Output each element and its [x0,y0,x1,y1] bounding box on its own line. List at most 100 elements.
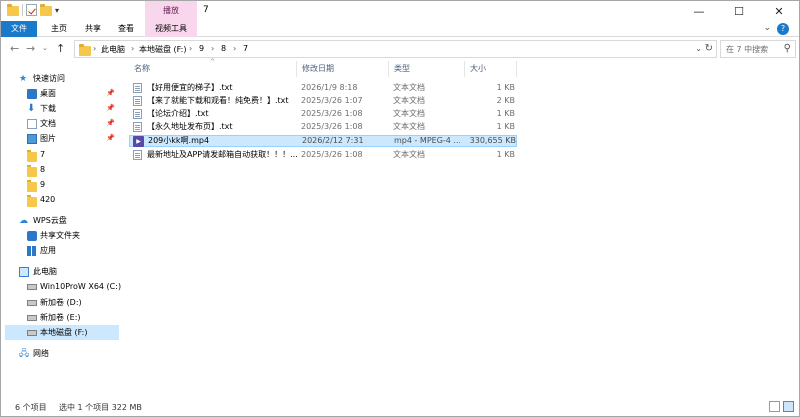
nav-label: Win10ProW X64 (C:) [40,282,122,291]
breadcrumb-drive-f[interactable]: 本地磁盘 (F:) [139,44,186,55]
column-header-name[interactable]: ^ 名称 [129,59,297,77]
nav-item-pictures[interactable]: 图片 📌 [5,131,119,146]
recent-locations-icon[interactable]: ⌄ [42,44,48,52]
column-header-type[interactable]: 类型 [389,61,465,77]
breadcrumb-separator: › [233,44,237,53]
tab-share[interactable]: 共享 [79,21,107,37]
nav-item-shared-folder[interactable]: 共享文件夹 [5,228,119,243]
file-row[interactable]: 【论坛介绍】.txt 2025/3/26 1:08 文本文档 1 KB [129,108,517,120]
column-label: 名称 [134,64,150,73]
nav-drive-f[interactable]: 本地磁盘 (F:) [5,325,119,340]
breadcrumb-this-pc[interactable]: 此电脑 [101,44,125,55]
nav-this-pc[interactable]: 此电脑 [5,264,119,279]
expand-ribbon-icon[interactable]: ⌄ [763,23,771,33]
tab-video-tools[interactable]: 视频工具 [145,21,197,37]
breadcrumb-folder-9[interactable]: 9 [199,44,204,53]
nav-drive-e[interactable]: 新加卷 (E:) [5,310,119,325]
folder-icon [27,150,37,162]
nav-label: 下载 [40,104,56,113]
file-type: 文本文档 [393,83,425,92]
refresh-icon[interactable]: ↻ [705,43,713,54]
nav-item-desktop[interactable]: 桌面 📌 [5,86,119,101]
nav-network[interactable]: 🖧 网络 [5,346,119,361]
file-type: 文本文档 [393,122,425,131]
close-button[interactable]: ✕ [759,1,799,21]
file-name: 【好用便宜的梯子】.txt [147,83,233,92]
navigation-pane: ★ 快速访问 桌面 📌 ⬇ 下载 📌 文档 📌 图片 📌 7 8 9 420 ☁… [1,61,121,396]
nav-item-folder-9[interactable]: 9 [5,177,119,192]
nav-item-folder-420[interactable]: 420 [5,192,119,207]
address-bar[interactable]: › 此电脑 › 本地磁盘 (F:) › 9 › 8 › 7 ⌄ ↻ [74,40,717,58]
file-list: ^ 名称 修改日期 类型 大小 【好用便宜的梯子】.txt 2026/1/9 8… [125,59,799,396]
breadcrumb-folder-8[interactable]: 8 [221,44,226,53]
help-button[interactable]: ? [777,23,789,35]
apps-icon [27,246,37,256]
nav-item-folder-7[interactable]: 7 [5,147,119,162]
file-type: 文本文档 [393,96,425,105]
minimize-button[interactable]: — [679,1,719,21]
video-file-icon: ▶ [133,136,144,147]
new-folder-icon[interactable] [40,4,52,16]
text-file-icon [133,96,142,106]
nav-wps-cloud[interactable]: ☁ WPS云盘 [5,213,119,228]
file-date: 2025/3/26 1:08 [301,150,363,159]
column-header-date[interactable]: 修改日期 [297,61,389,77]
details-view-icon[interactable] [769,401,780,412]
back-arrow-icon[interactable]: ← [10,42,19,55]
nav-label: 本地磁盘 (F:) [40,328,88,337]
contextual-tab-label: 播放 [163,6,179,15]
properties-icon[interactable] [26,4,37,16]
tab-view[interactable]: 查看 [112,21,140,37]
desktop-icon [27,89,37,99]
nav-label: 8 [40,165,46,174]
breadcrumb-folder-7[interactable]: 7 [243,44,248,53]
nav-label: 网络 [33,349,49,358]
nav-item-downloads[interactable]: ⬇ 下载 📌 [5,101,119,116]
pin-icon: 📌 [106,134,115,142]
drive-icon [27,330,37,336]
address-dropdown-icon[interactable]: ⌄ [695,44,702,53]
forward-arrow-icon[interactable]: → [26,42,35,55]
up-arrow-icon[interactable]: ↑ [56,42,65,55]
network-icon: 🖧 [19,349,30,359]
file-date: 2025/3/26 1:07 [301,96,363,105]
file-type: 文本文档 [393,109,425,118]
nav-drive-c[interactable]: Win10ProW X64 (C:) [5,279,122,294]
file-name: 最新地址及APP请发邮箱自动获取！！！... [147,150,297,159]
drive-icon [27,284,37,290]
file-name: 【来了就能下载和观看！纯免费！】.txt [147,96,289,105]
file-date: 2025/3/26 1:08 [301,109,363,118]
nav-drive-d[interactable]: 新加卷 (D:) [5,295,119,310]
text-file-icon [133,83,142,93]
pin-icon: 📌 [106,104,115,112]
download-icon: ⬇ [27,103,36,114]
large-icons-view-icon[interactable] [783,401,794,412]
file-row[interactable]: 【好用便宜的梯子】.txt 2026/1/9 8:18 文本文档 1 KB [129,82,517,94]
breadcrumb-separator: › [131,44,135,53]
file-date: 2025/3/26 1:08 [301,122,363,131]
search-icon: ⚲ [783,43,791,54]
tab-file[interactable]: 文件 [1,21,37,37]
folder-icon [79,44,91,56]
file-size: 1 KB [496,83,515,92]
column-header-size[interactable]: 大小 [465,61,517,77]
nav-label: 共享文件夹 [40,231,80,240]
nav-item-documents[interactable]: 文档 📌 [5,116,119,131]
ribbon-tabs: 文件 主页 共享 查看 视频工具 ⌄ ? [1,21,799,37]
file-row[interactable]: 最新地址及APP请发邮箱自动获取！！！... 2025/3/26 1:08 文本… [129,149,517,161]
nav-label: 7 [40,150,46,159]
tab-home[interactable]: 主页 [45,21,73,37]
maximize-button[interactable]: ☐ [719,1,759,21]
nav-quick-access[interactable]: ★ 快速访问 [5,71,119,86]
file-row[interactable]: 【来了就能下载和观看！纯免费！】.txt 2025/3/26 1:07 文本文档… [129,95,517,107]
search-box[interactable]: 在 7 中搜索 ⚲ [720,40,796,58]
nav-item-folder-8[interactable]: 8 [5,162,119,177]
search-placeholder: 在 7 中搜索 [726,45,769,54]
file-row[interactable]: 【永久地址发布页】.txt 2025/3/26 1:08 文本文档 1 KB [129,121,517,133]
file-row-selected[interactable]: ▶ 209小kk啊.mp4 2026/2/12 7:31 mp4 - MPEG-… [129,135,517,147]
customize-toolbar-icon[interactable]: ▾ [55,6,59,15]
pin-icon: 📌 [106,89,115,97]
file-size: 330,655 KB [469,136,516,145]
nav-item-apps[interactable]: 应用 [5,243,119,258]
status-bar: 6 个项目 选中 1 个项目 322 MB [1,398,799,416]
